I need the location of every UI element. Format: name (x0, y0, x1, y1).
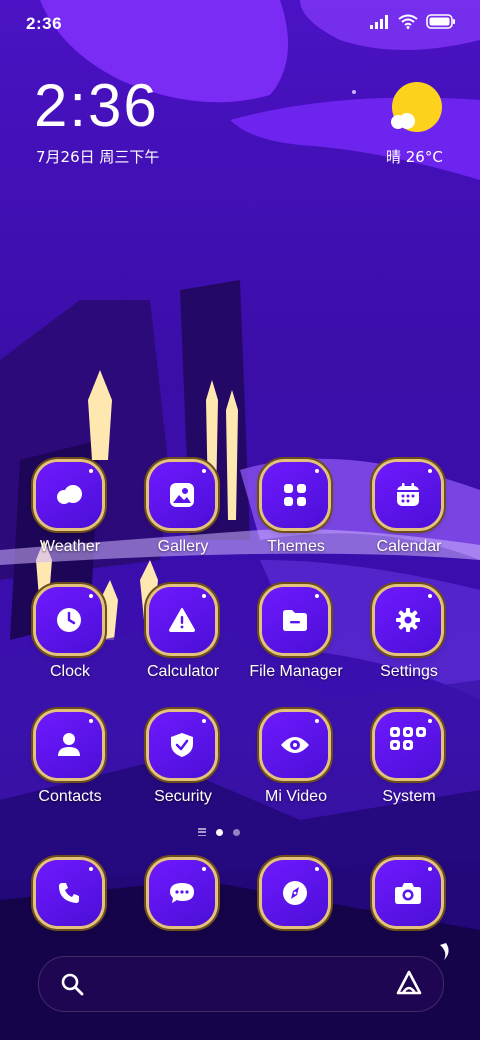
folder-system[interactable]: System (353, 712, 465, 822)
themes-icon (262, 462, 328, 528)
messages-icon (149, 860, 215, 926)
battery-icon (426, 14, 455, 29)
clock-widget-date: 7月26日 周三下午 (36, 148, 160, 166)
app-label: Calendar (376, 538, 442, 555)
clock-icon (36, 587, 102, 653)
status-bar: 2:36 (0, 0, 480, 50)
app-themes[interactable]: Themes (240, 462, 352, 572)
system-folder-icon (375, 712, 441, 778)
phone-icon (36, 860, 102, 926)
page-indicator[interactable] (198, 828, 240, 836)
app-gallery[interactable]: Gallery (127, 462, 239, 572)
app-settings[interactable]: Settings (353, 587, 465, 697)
app-security[interactable]: Security (127, 712, 239, 822)
app-drawer-indicator-icon (198, 828, 206, 836)
app-label: Settings (380, 663, 438, 680)
calendar-icon (375, 462, 441, 528)
mi-video-icon (262, 712, 328, 778)
app-mi-video[interactable]: Mi Video (240, 712, 352, 822)
file-manager-icon (262, 587, 328, 653)
contacts-icon (36, 712, 102, 778)
browser-icon (262, 860, 328, 926)
camera-icon (375, 860, 441, 926)
app-contacts[interactable]: Contacts (14, 712, 126, 822)
app-clock[interactable]: Clock (14, 587, 126, 697)
app-calendar[interactable]: Calendar (353, 462, 465, 572)
weather-temperature: 晴 26°C (386, 148, 443, 166)
calculator-icon (149, 587, 215, 653)
weather-icon (36, 462, 102, 528)
status-time: 2:36 (26, 14, 63, 33)
assistant-icon[interactable] (395, 969, 423, 997)
app-file-manager[interactable]: File Manager (240, 587, 352, 697)
security-icon (149, 712, 215, 778)
weather-widget[interactable]: 晴 26°C (382, 82, 452, 172)
app-calculator[interactable]: Calculator (127, 587, 239, 697)
search-bar[interactable] (38, 956, 444, 1012)
dock-browser[interactable] (240, 860, 352, 930)
wifi-icon (398, 14, 418, 29)
settings-icon (375, 587, 441, 653)
gallery-icon (149, 462, 215, 528)
page-dot-1 (216, 828, 223, 836)
signal-icon (370, 14, 388, 29)
page-dot-2 (233, 828, 240, 836)
clock-widget-time[interactable]: 2:36 (34, 76, 159, 136)
dock-phone[interactable] (14, 860, 126, 930)
cloud-icon (391, 113, 415, 129)
dock-messages[interactable] (127, 860, 239, 930)
dock-camera[interactable] (353, 860, 465, 930)
app-weather[interactable]: Weather (14, 462, 126, 572)
app-label: System (382, 788, 436, 805)
search-icon (61, 973, 84, 996)
